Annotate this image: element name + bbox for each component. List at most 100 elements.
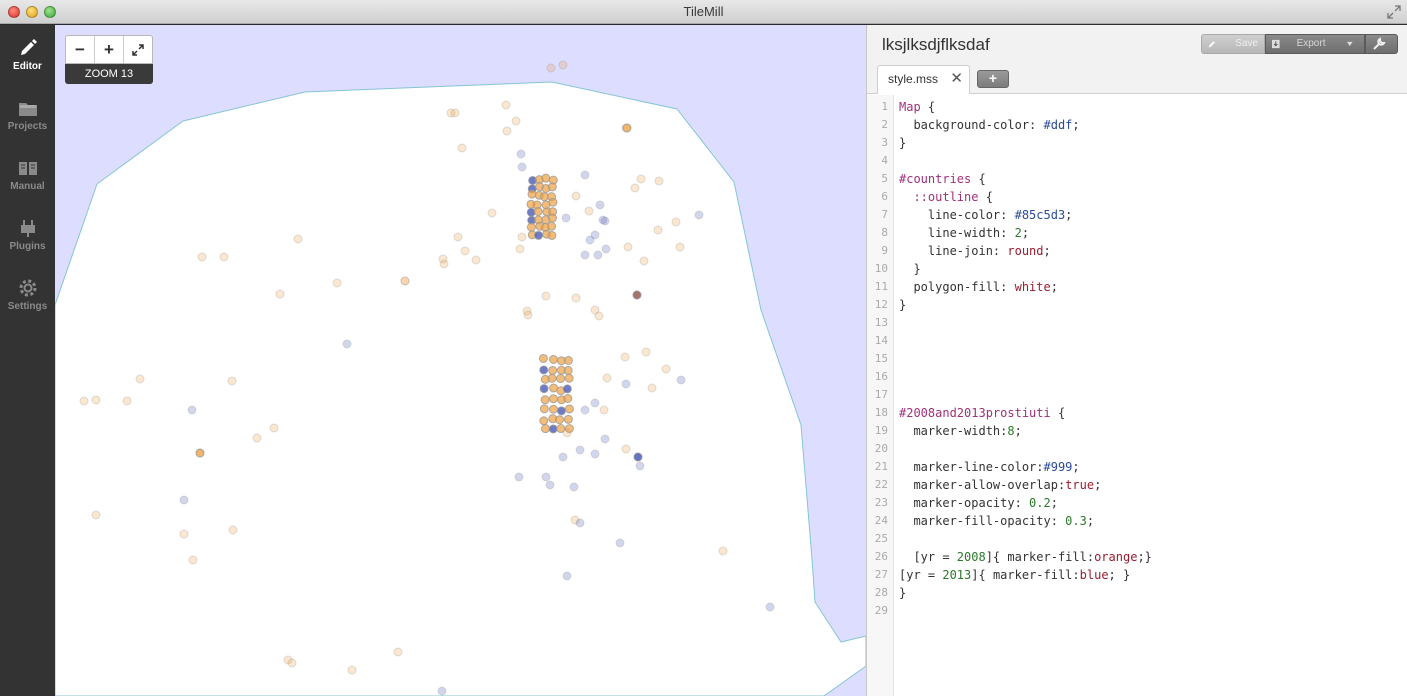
sidebar-item-label: Editor	[13, 61, 42, 72]
map-view[interactable]	[55, 25, 866, 696]
pencil-icon	[1208, 41, 1215, 48]
map-marker	[630, 183, 640, 193]
map-marker	[122, 396, 132, 406]
title-bar: TileMill	[0, 0, 1407, 24]
map-marker	[564, 404, 574, 414]
map-marker	[514, 472, 524, 482]
map-marker	[575, 445, 585, 455]
code-line: background-color: #ddf;	[899, 118, 1080, 132]
tools-button[interactable]	[1365, 34, 1398, 54]
map-marker	[188, 555, 198, 565]
map-marker	[502, 126, 512, 136]
line-number: 5	[881, 172, 888, 185]
line-number: 14	[874, 334, 888, 347]
code-line: #countries {	[899, 172, 986, 186]
map-marker	[549, 354, 559, 364]
map-marker	[540, 395, 550, 405]
map-marker	[595, 200, 605, 210]
sidebar: Editor Projects Manual Plugins Settings	[0, 25, 55, 696]
window-title: TileMill	[683, 4, 724, 19]
map-marker	[135, 374, 145, 384]
map-marker	[590, 398, 600, 408]
fullscreen-map-button[interactable]	[124, 36, 152, 63]
save-button[interactable]: Save	[1201, 34, 1265, 54]
map-marker	[548, 197, 558, 207]
map-canvas	[55, 60, 866, 696]
book-icon	[18, 162, 37, 175]
map-marker	[516, 149, 526, 159]
zoom-out-button[interactable]: −	[66, 36, 95, 63]
window-minimize-button[interactable]	[26, 6, 38, 18]
map-marker	[635, 461, 645, 471]
map-marker	[540, 424, 550, 434]
save-label: Save	[1235, 38, 1258, 49]
sidebar-item-label: Settings	[7, 301, 48, 312]
sidebar-item-label: Manual	[10, 181, 45, 192]
map-marker	[545, 480, 555, 490]
sidebar-item-label: Projects	[7, 121, 48, 132]
export-label: Export	[1296, 38, 1326, 49]
map-marker	[539, 416, 549, 426]
map-marker	[179, 495, 189, 505]
sidebar-item-plugins[interactable]: Plugins	[0, 207, 55, 265]
line-number: 15	[874, 352, 888, 365]
line-number: 23	[874, 496, 888, 509]
map-marker	[400, 276, 410, 286]
fullscreen-icon[interactable]	[1387, 5, 1401, 19]
map-marker	[187, 405, 197, 415]
map-marker	[694, 210, 704, 220]
zoom-level-label: ZOOM 13	[65, 64, 153, 84]
pencil-icon	[20, 39, 37, 55]
code-editor[interactable]: 1 2 3 4 5 6 7 8 9 10 11 12 13 14 15 16 17 18 19 20 21 22 23 24 2…	[867, 95, 1407, 696]
sidebar-item-projects[interactable]: Projects	[0, 87, 55, 145]
map-marker	[527, 189, 537, 199]
map-marker	[487, 208, 497, 218]
map-marker	[547, 230, 557, 240]
map-marker	[623, 242, 633, 252]
map-marker	[534, 230, 544, 240]
map-marker	[548, 394, 558, 404]
map-marker	[571, 191, 581, 201]
map-marker	[590, 305, 600, 315]
map-marker	[563, 393, 573, 403]
map-marker	[636, 174, 646, 184]
gear-icon	[19, 279, 36, 297]
map-marker	[517, 232, 527, 242]
tab-style-mss[interactable]: style.mss ✕	[877, 65, 970, 94]
map-marker	[450, 108, 460, 118]
code-line: marker-line-color:#999;	[899, 460, 1080, 474]
wrench-icon	[1373, 37, 1386, 50]
code-line: }	[899, 136, 907, 150]
map-marker	[547, 221, 557, 231]
map-marker	[522, 306, 532, 316]
zoom-in-button[interactable]: +	[95, 36, 124, 63]
map-marker	[554, 415, 564, 425]
map-marker	[548, 404, 558, 414]
line-number: 28	[874, 586, 888, 599]
editor-panel: lksjlksdjflksdaf Save Export style.mss ✕…	[866, 25, 1407, 696]
map-marker	[765, 602, 775, 612]
map-marker	[602, 373, 612, 383]
tab-close-icon[interactable]: ✕	[950, 66, 963, 92]
map-marker	[600, 434, 610, 444]
add-tab-button[interactable]: +	[977, 70, 1009, 88]
window-close-button[interactable]	[8, 6, 20, 18]
map-marker	[571, 293, 581, 303]
code-line: #2008and2013prostiuti {	[899, 406, 1066, 420]
map-marker	[548, 365, 558, 375]
map-marker	[287, 658, 297, 668]
code-line: ::outline {	[913, 190, 993, 204]
code-line: marker-fill-opacity: 0.3;	[899, 514, 1095, 528]
map-marker	[601, 244, 611, 254]
map-marker	[457, 143, 467, 153]
export-button[interactable]: Export	[1265, 34, 1365, 54]
window-maximize-button[interactable]	[44, 6, 56, 18]
sidebar-item-manual[interactable]: Manual	[0, 147, 55, 205]
map-marker	[590, 449, 600, 459]
map-marker	[548, 424, 558, 434]
sidebar-item-editor[interactable]: Editor	[0, 27, 55, 85]
map-marker	[91, 510, 101, 520]
map-marker	[556, 374, 566, 384]
sidebar-item-settings[interactable]: Settings	[0, 267, 55, 325]
map-marker	[584, 206, 594, 216]
